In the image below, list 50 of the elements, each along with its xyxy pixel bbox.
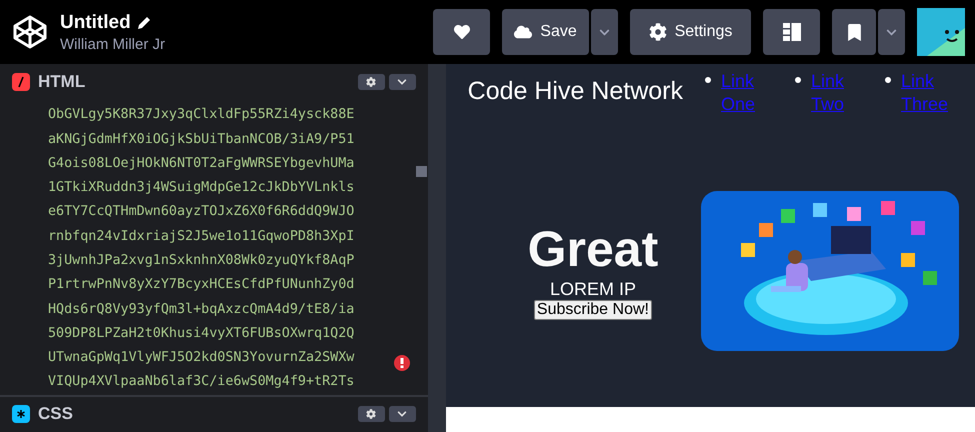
hero-subtitle: LOREM IP <box>550 279 636 300</box>
code-line: rnbfqn24vIdxriajS2J5we1o11GqwoPD8h3XpI <box>48 228 354 246</box>
code-line: VIQUp4XVlpaaNb6laf3C/ie6wS0Mg4f9+tR2Ts <box>48 373 354 392</box>
chevron-down-icon <box>397 76 408 87</box>
gear-icon <box>648 23 667 41</box>
author-name[interactable]: William Miller Jr <box>60 36 421 52</box>
chevron-down-icon <box>599 26 610 38</box>
save-button[interactable]: Save <box>502 9 589 55</box>
code-line: HQds6rQ8Vy93yfQm3l+bqAxzcQmA4d9/tE8/ia <box>48 300 354 319</box>
settings-button[interactable] <box>358 406 385 422</box>
settings-button[interactable]: Settings <box>630 9 751 55</box>
site-brand: Code Hive Network <box>468 77 683 106</box>
chevron-down-icon <box>886 26 897 38</box>
hero-heading: Great <box>528 221 658 277</box>
editor-tab[interactable]: HTML <box>12 72 86 92</box>
cube-logo-icon[interactable] <box>12 14 48 50</box>
chevron-down-icon <box>397 409 408 420</box>
code-line: UTwnaGpWq1VlyWFJ5O2kd0SN3YovurnZa2SWXw <box>48 349 354 368</box>
collapse-button[interactable] <box>388 406 416 422</box>
error-icon[interactable] <box>394 355 410 372</box>
scrollbar-thumb[interactable] <box>416 166 427 178</box>
bookmark-button[interactable] <box>832 9 876 55</box>
gear-icon <box>366 76 376 87</box>
code-line: 3jUwnhJPa2xvg1nSxknhnX08Wk0zyuQYkf8AqP <box>48 252 354 270</box>
gear-icon <box>366 409 376 420</box>
pencil-icon[interactable] <box>136 16 151 30</box>
pen-title[interactable]: Untitled <box>60 12 131 34</box>
layout-button[interactable] <box>763 9 820 55</box>
bullet-icon <box>885 77 891 83</box>
editor-tab[interactable]: CSS <box>12 404 73 424</box>
bullet-icon <box>705 77 711 83</box>
cloud-icon <box>514 23 532 41</box>
code-line: 509DP8LPZaH2t0Khusi4vyXT6FUBsOXwrq1Q2Q <box>48 324 354 343</box>
layout-icon <box>782 23 800 41</box>
code-line: 1GTkiXRuddn3j4WSuigMdpGe12cJkDbYVLnkls <box>48 179 354 198</box>
heart-icon <box>454 24 470 40</box>
avatar-icon[interactable] <box>917 8 965 56</box>
subscribe-button[interactable]: Subscribe Now! <box>534 300 652 320</box>
bookmark-icon <box>846 24 862 40</box>
like-button[interactable] <box>433 9 490 55</box>
code-line: aKNGjGdmHfX0iOGjkSbUiTbanNCOB/3iA9/P51 <box>48 130 354 149</box>
code-line: e6TY7CcQTHmDwn60ayzTOJxZ6X0f6R6ddQ9WJO <box>48 203 354 222</box>
code-line: ObGVLgy5K8R37Jxy3qClxldFp55RZi4ysck88E <box>48 106 354 124</box>
settings-button[interactable] <box>358 74 385 90</box>
code-line: P1rtrwPnNv8yXzY7BcyxHCEsCfdPfUNunhZy0d <box>48 276 354 294</box>
code-line: G4ois08LOejHOkN6NT0T2aFgWWRSEYbgevhUMa <box>48 154 354 173</box>
slash-icon <box>12 72 30 91</box>
collapse-button[interactable] <box>388 74 416 90</box>
asterisk-icon <box>12 405 30 424</box>
bullet-icon <box>795 77 801 83</box>
